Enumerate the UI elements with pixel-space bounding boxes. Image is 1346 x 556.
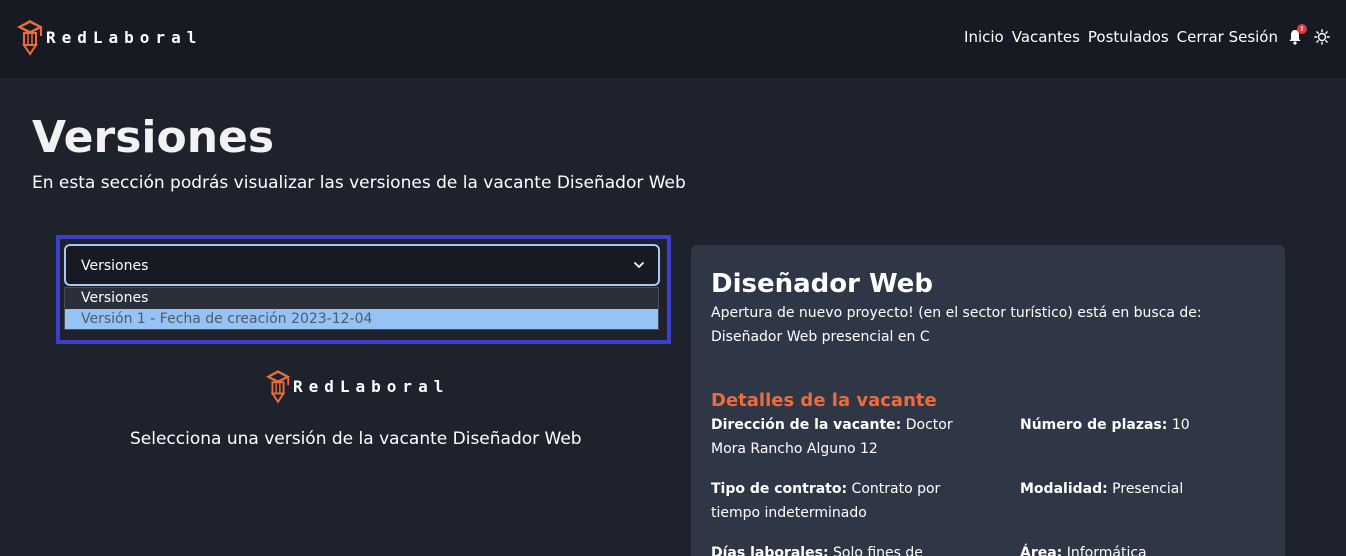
vacancy-title: Diseñador Web (711, 269, 934, 299)
sun-icon (1314, 29, 1330, 45)
detail-label: Número de plazas: (1020, 417, 1168, 433)
placeholder-brand-name: RedLaboral (293, 376, 450, 396)
detail-positions: Número de plazas: 10 (1020, 413, 1260, 437)
detail-value: Informática (1066, 545, 1147, 556)
nav-inicio-link[interactable]: Inicio (964, 28, 1004, 46)
detail-label: Dirección de la vacante: (711, 417, 902, 433)
select-version-message: Selecciona una versión de la vacante Dis… (130, 429, 582, 449)
detail-value: Solo fines de (833, 545, 923, 556)
detail-modality: Modalidad: Presencial (1020, 477, 1260, 501)
detail-contract-type: Tipo de contrato: Contrato por tiempo in… (711, 477, 981, 525)
detail-label: Área: (1020, 545, 1063, 556)
detail-address: Dirección de la vacante: Doctor Mora Ran… (711, 413, 981, 461)
detail-label: Modalidad: (1020, 481, 1108, 497)
graduation-pencil-icon (17, 20, 43, 56)
version-option-default[interactable]: Versiones (65, 288, 658, 308)
detail-label: Días laborales: (711, 545, 829, 556)
detail-work-days: Días laborales: Solo fines de (711, 541, 981, 556)
version-dropdown-list: Versiones Versión 1 - Fecha de creación … (64, 287, 659, 330)
brand-name: RedLaboral (46, 27, 203, 47)
detail-area: Área: Informática (1020, 541, 1260, 556)
version-select[interactable]: Versiones (64, 244, 660, 286)
page-title: Versiones (32, 112, 275, 163)
vacancy-details-heading: Detalles de la vacante (711, 390, 937, 411)
graduation-pencil-icon (265, 370, 291, 404)
theme-toggle-button[interactable] (1314, 28, 1332, 46)
detail-value: Presencial (1112, 481, 1184, 497)
chevron-down-icon (634, 262, 644, 268)
notification-badge: ! (1297, 24, 1307, 34)
nav-vacantes-link[interactable]: Vacantes (1012, 28, 1080, 46)
version-select-value: Versiones (81, 258, 149, 274)
page-subtitle: En esta sección podrás visualizar las ve… (32, 173, 686, 193)
nav-postulados-link[interactable]: Postulados (1088, 28, 1169, 46)
vacancy-description: Apertura de nuevo proyecto! (en el secto… (711, 305, 1202, 345)
vacancy-card: Diseñador Web Apertura de nuevo proyecto… (691, 245, 1285, 556)
placeholder-logo: RedLaboral (265, 368, 449, 404)
detail-label: Tipo de contrato: (711, 481, 848, 497)
brand-logo[interactable]: RedLaboral (16, 18, 202, 56)
detail-value: 10 (1171, 417, 1190, 433)
nav-cerrar-sesion-link[interactable]: Cerrar Sesión (1177, 28, 1278, 46)
nav-links: Inicio Vacantes Postulados Cerrar Sesión… (956, 24, 1332, 46)
notifications-button[interactable]: ! (1288, 24, 1307, 46)
version-option-1[interactable]: Versión 1 - Fecha de creación 2023-12-04 (65, 309, 658, 329)
navbar: RedLaboral Inicio Vacantes Postulados Ce… (0, 0, 1346, 78)
